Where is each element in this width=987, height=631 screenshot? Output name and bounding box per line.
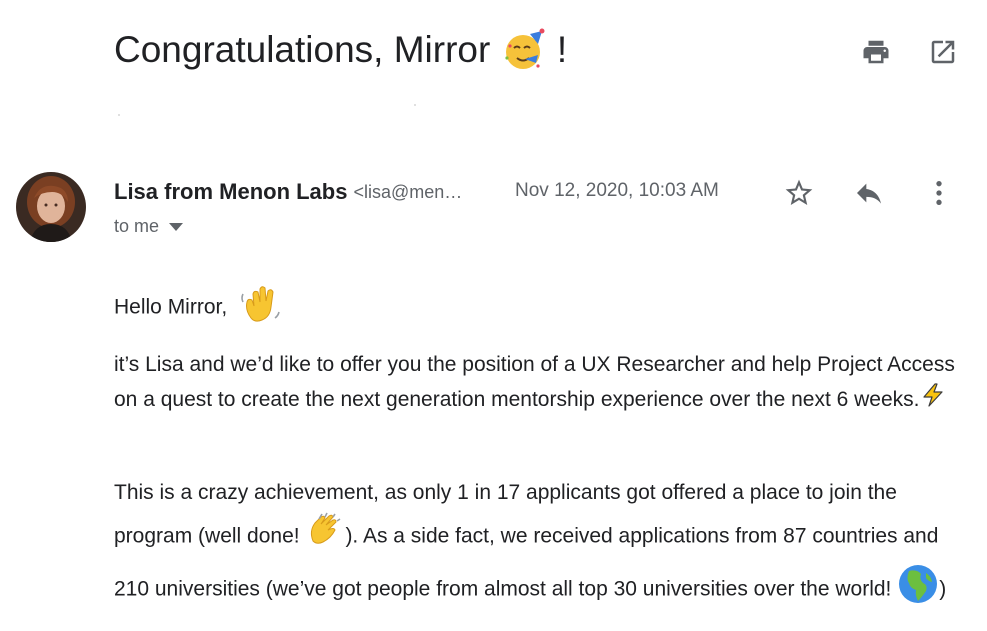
divider-mark bbox=[118, 114, 120, 116]
recipient-label: to me bbox=[114, 216, 160, 236]
sender-name[interactable]: Lisa from Menon Labs bbox=[114, 179, 347, 205]
greeting-text: Hello Mirror, bbox=[114, 295, 228, 319]
achievement-paragraph: This is a crazy achievement, as only 1 i… bbox=[114, 474, 964, 617]
reply-icon bbox=[857, 183, 881, 204]
divider-mark bbox=[414, 104, 416, 106]
achievement-text-c: ) bbox=[939, 577, 947, 601]
email-date: Nov 12, 2020, 10:03 AM bbox=[515, 180, 719, 201]
subject-suffix: ! bbox=[556, 29, 568, 70]
offer-text: it’s Lisa and we’d like to offer you the… bbox=[114, 353, 955, 412]
print-icon bbox=[863, 40, 889, 64]
sender-email: <lisa@men… bbox=[353, 181, 463, 202]
print-button[interactable] bbox=[860, 36, 892, 68]
globe-emoji-icon bbox=[897, 563, 939, 617]
sender-avatar[interactable] bbox=[16, 172, 86, 242]
open-in-new-window-button[interactable] bbox=[927, 36, 959, 68]
waving-hand-emoji-icon bbox=[239, 284, 281, 332]
message-actions bbox=[782, 176, 956, 210]
more-options-button[interactable] bbox=[922, 176, 956, 210]
email-subject: Congratulations, Mirror ! bbox=[114, 28, 567, 72]
partying-face-emoji-icon bbox=[502, 28, 546, 72]
subject-text: Congratulations, Mirror bbox=[114, 29, 491, 70]
star-button[interactable] bbox=[782, 176, 816, 210]
star-icon bbox=[785, 179, 813, 205]
chevron-down-icon bbox=[169, 222, 184, 231]
reply-button[interactable] bbox=[852, 176, 886, 210]
recipient-details-toggle[interactable]: to me bbox=[114, 216, 184, 237]
open-in-new-window-icon bbox=[931, 40, 955, 64]
email-view: Congratulations, Mirror ! Lisa from Meno… bbox=[0, 0, 987, 631]
lightning-emoji-icon bbox=[920, 382, 946, 419]
subject-actions bbox=[860, 36, 959, 68]
greeting-paragraph: Hello Mirror, bbox=[114, 284, 964, 332]
more-vertical-icon bbox=[936, 181, 942, 205]
clapping-hands-emoji-icon bbox=[305, 511, 345, 563]
offer-paragraph: it’s Lisa and we’d like to offer you the… bbox=[114, 348, 964, 419]
sender-info: Lisa from Menon Labs <lisa@men… bbox=[114, 178, 462, 206]
